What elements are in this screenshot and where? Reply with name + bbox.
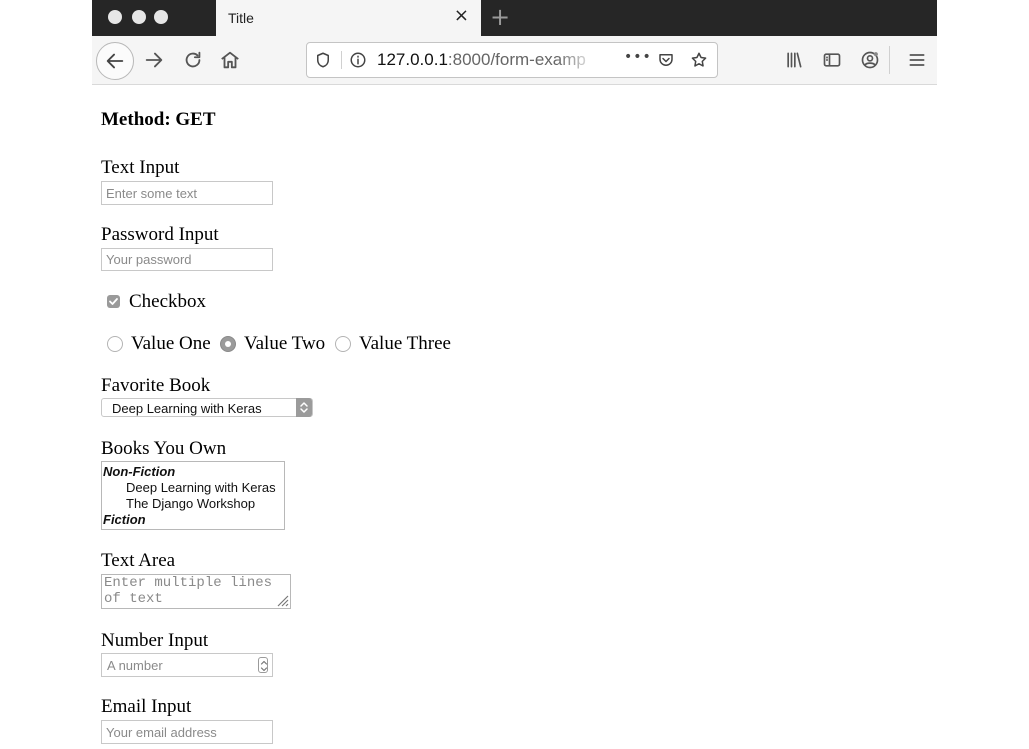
page-actions-more-icon[interactable]: ••• xyxy=(624,49,652,65)
home-button[interactable] xyxy=(212,42,248,78)
shield-icon[interactable] xyxy=(313,50,333,70)
radio-value-three[interactable] xyxy=(335,336,351,352)
reload-button[interactable] xyxy=(175,42,211,78)
account-icon[interactable] xyxy=(858,48,882,72)
radio-value-two-label: Value Two xyxy=(244,333,326,354)
books-you-own-label: Books You Own xyxy=(101,438,227,459)
text-input[interactable] xyxy=(101,181,273,205)
text-area-placeholder-line1: Enter multiple lines xyxy=(104,575,273,591)
info-icon[interactable] xyxy=(348,50,368,70)
text-input-label: Text Input xyxy=(101,157,180,178)
email-input-label: Email Input xyxy=(101,696,192,717)
checkbox-label: Checkbox xyxy=(129,291,207,312)
toolbar-divider xyxy=(889,46,890,74)
arrow-left-icon xyxy=(106,53,124,69)
optgroup-non-fiction: Non-Fiction xyxy=(103,464,176,479)
tab-close-icon[interactable]: × xyxy=(454,6,469,26)
books-you-own-listbox[interactable]: Non-Fiction Deep Learning with Keras The… xyxy=(101,461,285,530)
tab-active[interactable]: Title × xyxy=(216,0,481,36)
minimize-window-button[interactable] xyxy=(132,10,146,24)
optgroup-fiction: Fiction xyxy=(103,512,146,527)
favorite-book-label: Favorite Book xyxy=(101,375,211,396)
tab-title: Title xyxy=(228,10,254,26)
radio-value-one[interactable] xyxy=(107,336,123,352)
favorite-book-selected: Deep Learning with Keras xyxy=(112,401,262,416)
home-icon xyxy=(221,51,239,69)
text-area[interactable]: Enter multiple lines of text xyxy=(101,574,291,609)
address-bar[interactable]: 127.0.0.1:8000/form-examp ••• xyxy=(306,42,718,78)
number-placeholder: A number xyxy=(107,658,163,673)
star-icon[interactable] xyxy=(689,50,709,70)
number-input[interactable]: A number xyxy=(101,653,273,677)
radio-value-three-label: Value Three xyxy=(359,333,451,354)
sidebar-icon[interactable] xyxy=(820,48,844,72)
spinner-icon[interactable] xyxy=(258,657,268,673)
close-window-button[interactable] xyxy=(108,10,122,24)
page-content: Method: GET Text Input Password Input Ch… xyxy=(92,85,937,749)
radio-value-two[interactable] xyxy=(220,336,236,352)
address-divider xyxy=(341,51,342,69)
zoom-window-button[interactable] xyxy=(154,10,168,24)
password-input[interactable] xyxy=(101,248,273,271)
number-input-label: Number Input xyxy=(101,630,209,651)
email-input[interactable] xyxy=(101,720,273,744)
arrow-right-icon xyxy=(145,52,163,68)
url-host: 127.0.0.1 xyxy=(377,50,448,69)
nav-toolbar: 127.0.0.1:8000/form-examp ••• xyxy=(92,36,937,85)
menu-icon[interactable] xyxy=(905,48,929,72)
method-heading: Method: GET xyxy=(101,109,216,130)
text-area-label: Text Area xyxy=(101,550,176,571)
checkbox[interactable] xyxy=(107,295,120,308)
updown-chevron-icon xyxy=(296,398,312,417)
checkmark-icon xyxy=(109,298,118,305)
url-fade xyxy=(557,47,597,73)
forward-button[interactable] xyxy=(136,42,172,78)
browser-window: Title × + 127.0.0.1:8000/form-examp ••• … xyxy=(92,0,937,749)
favorite-book-select[interactable]: Deep Learning with Keras xyxy=(101,398,313,417)
url-text[interactable]: 127.0.0.1:8000/form-examp xyxy=(377,50,587,70)
password-input-label: Password Input xyxy=(101,224,219,245)
tab-bar: Title × + xyxy=(92,0,937,36)
text-area-placeholder-line2: of text xyxy=(104,591,163,607)
list-option[interactable]: Deep Learning with Keras xyxy=(126,480,276,495)
resize-grip-icon[interactable] xyxy=(275,593,289,607)
back-button[interactable] xyxy=(96,42,134,80)
radio-value-one-label: Value One xyxy=(131,333,211,354)
list-option[interactable]: The Django Workshop xyxy=(126,496,255,511)
pocket-icon[interactable] xyxy=(656,50,676,70)
new-tab-button[interactable]: + xyxy=(490,4,510,30)
library-icon[interactable] xyxy=(782,48,806,72)
reload-icon xyxy=(185,51,201,68)
